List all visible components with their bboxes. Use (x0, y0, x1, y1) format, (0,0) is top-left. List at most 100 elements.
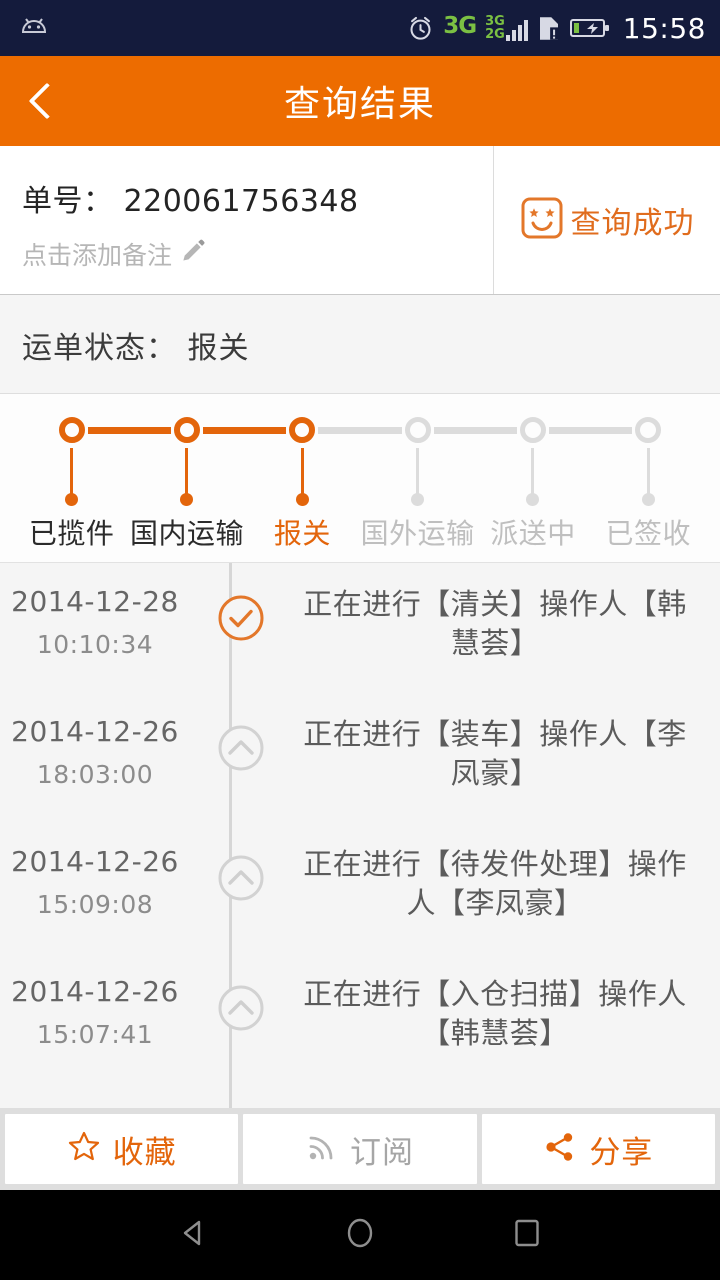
nav-home-circle-icon (342, 1215, 378, 1255)
shipment-progress-stepper: 已揽件 国内运输 报关 国外运输 派送中 已签收 (0, 394, 720, 563)
timeline-entry-text: 正在进行【待发件处理】操作人【李凤豪】 (303, 847, 687, 921)
stepper-node-area (129, 412, 245, 448)
chevron-up-circle-icon (200, 845, 282, 907)
stepper-step-label: 国外运输 (360, 517, 475, 550)
signal-strength-indicator: 3G 2G (485, 14, 528, 42)
stepper-ring-icon (58, 417, 85, 443)
stepper-connector-right (548, 427, 591, 434)
check-circle-icon (200, 585, 282, 647)
stepper-stem (70, 448, 74, 494)
stepper-step-4[interactable]: 国外运输 (359, 412, 476, 552)
stepper-connector-right (433, 427, 476, 434)
timeline-entry-time: 18:03:00 (36, 760, 154, 789)
stepper-connector-left (129, 427, 171, 434)
stepper-steps: 已揽件 国内运输 报关 国外运输 派送中 已签收 (0, 412, 720, 552)
star-outline-icon (67, 1130, 101, 1168)
timeline-entry-datetime: 2014-12-26 15:07:41 (0, 975, 200, 1049)
smiley-face-icon (520, 196, 564, 244)
stepper-node-area (14, 412, 130, 448)
back-button[interactable] (0, 56, 80, 146)
stepper-node-area (359, 412, 476, 448)
waybill-status: 运单状态： 报关 (0, 295, 720, 394)
status-bar-notifications (18, 16, 50, 40)
action-button-订阅[interactable]: 订阅 (243, 1114, 477, 1184)
stepper-stem (300, 448, 304, 494)
query-status-section: 查询成功 (494, 146, 720, 294)
status-bar-system-icons: 3G 3G 2G 15:58 (407, 12, 706, 45)
action-button-label: 分享 (589, 1134, 654, 1171)
stepper-step-1[interactable]: 已揽件 (14, 412, 130, 552)
phone-screen: 3G 3G 2G 15:58 查询结果 单号： 220061756348 点击添… (0, 0, 720, 1280)
stepper-ring-icon (404, 417, 431, 443)
timeline-entry[interactable]: 2014-12-26 15:07:41 正在进行【入仓扫描】操作人【韩慧荟】 (0, 957, 720, 1087)
stepper-ring-icon (635, 417, 662, 443)
stepper-node-area (590, 412, 706, 448)
timeline-entry-datetime: 2014-12-26 15:09:08 (0, 845, 200, 919)
stepper-connector-left (359, 427, 402, 434)
timeline-entry[interactable]: 2014-12-28 10:10:34 正在进行【清关】操作人【韩慧荟】 (0, 567, 720, 697)
stepper-dot-icon (65, 493, 79, 506)
nav-back-button[interactable] (158, 1200, 228, 1270)
stepper-node-area (244, 412, 360, 448)
stepper-step-5[interactable]: 派送中 (475, 412, 591, 552)
order-info-section: 单号： 220061756348 点击添加备注 (0, 146, 494, 294)
nav-recents-button[interactable] (492, 1200, 562, 1270)
stepper-ring-icon (173, 417, 200, 443)
signal-label-2g: 2G (485, 27, 505, 42)
stepper-step-6[interactable]: 已签收 (590, 412, 706, 552)
stepper-step-label: 报关 (273, 517, 331, 550)
timeline-entry-date: 2014-12-28 (11, 585, 179, 618)
tracking-timeline[interactable]: 2014-12-28 10:10:34 正在进行【清关】操作人【韩慧荟】 2014-1… (0, 563, 720, 1108)
stepper-dot-icon (411, 493, 425, 506)
nav-home-button[interactable] (325, 1200, 395, 1270)
stepper-step-label: 派送中 (490, 517, 576, 550)
add-note-label: 点击添加备注 (22, 241, 173, 270)
timeline-entry[interactable]: 2014-12-26 15:09:08 正在进行【待发件处理】操作人【李凤豪】 (0, 827, 720, 957)
bottom-action-bar: 收藏 订阅 分享 (0, 1108, 720, 1190)
timeline-entry-date: 2014-12-26 (11, 975, 179, 1008)
timeline-entry-text: 正在进行【清关】操作人【韩慧荟】 (303, 587, 687, 661)
action-button-label: 订阅 (349, 1134, 414, 1171)
timeline-entry-date: 2014-12-26 (11, 845, 179, 878)
action-button-收藏[interactable]: 收藏 (5, 1114, 239, 1184)
stepper-ring-icon (289, 417, 316, 443)
stepper-step-2[interactable]: 国内运输 (129, 412, 245, 552)
stepper-connector-left (590, 427, 633, 434)
stepper-dot-icon (641, 493, 655, 506)
timeline-entry-datetime: 2014-12-26 18:03:00 (0, 715, 200, 789)
stepper-connector-left (244, 427, 287, 434)
stepper-step-3[interactable]: 报关 (244, 412, 360, 552)
clock-time: 15:58 (622, 11, 706, 45)
timeline-entry-text: 正在进行【装车】操作人【李凤豪】 (303, 717, 687, 791)
stepper-stem (531, 448, 535, 494)
nav-back-triangle-icon (175, 1215, 211, 1255)
sim-card-alert-icon (537, 15, 561, 42)
stepper-stem (185, 448, 189, 494)
stepper-connector-right (318, 427, 360, 434)
signal-bars-icon (505, 15, 528, 42)
stepper-connector-right (202, 427, 245, 434)
alarm-clock-icon (407, 15, 434, 42)
battery-charging-icon (569, 16, 610, 40)
add-note-button[interactable]: 点击添加备注 (22, 236, 493, 272)
stepper-dot-icon (180, 493, 194, 506)
timeline-entry[interactable]: 2014-12-26 18:03:00 正在进行【装车】操作人【李凤豪】 (0, 697, 720, 827)
timeline-entry-time: 15:07:41 (36, 1020, 154, 1049)
android-navigation-bar (0, 1190, 720, 1280)
timeline-entry-date: 2014-12-26 (11, 715, 179, 748)
android-robot-icon (18, 16, 50, 40)
timeline-entry-text: 正在进行【入仓扫描】操作人【韩慧荟】 (303, 977, 687, 1051)
stepper-step-label: 已签收 (605, 517, 692, 550)
timeline-entry-time: 15:09:08 (36, 890, 154, 919)
action-button-label: 收藏 (112, 1134, 177, 1171)
app-header: 查询结果 (0, 56, 720, 146)
system-status-bar: 3G 3G 2G 15:58 (0, 0, 720, 56)
page-title: 查询结果 (283, 84, 436, 125)
stepper-stem (416, 448, 420, 494)
share-nodes-icon (543, 1130, 577, 1168)
stepper-dot-icon (526, 493, 540, 506)
stepper-ring-icon (519, 417, 546, 443)
stepper-connector-left (475, 427, 517, 434)
chevron-up-circle-icon (200, 715, 282, 777)
action-button-分享[interactable]: 分享 (481, 1114, 715, 1184)
